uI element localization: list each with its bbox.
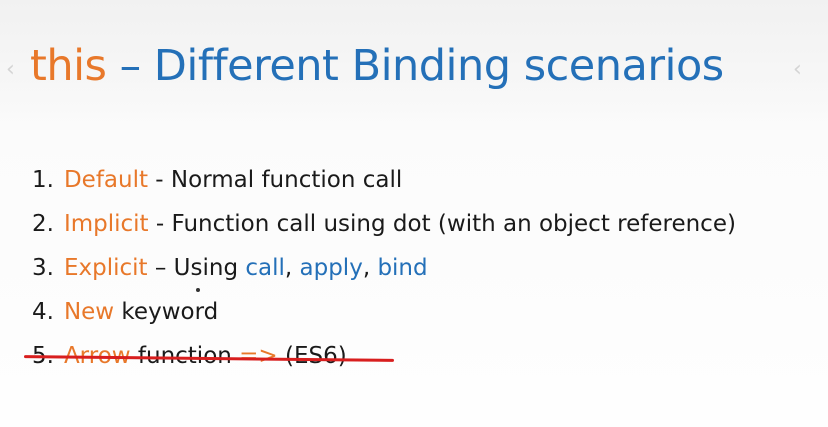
item-number: 1. [32,167,54,193]
item-text: - Normal function call [148,167,403,193]
list-item-implicit: 2. Implicit - Function call using dot (wi… [32,204,736,248]
list-item-explicit: 3. Explicit – Using call, apply, bind [32,248,736,292]
method-apply: apply [299,255,363,281]
item-text: - Function call using dot (with an objec… [148,211,736,237]
next-slide-icon[interactable]: ‹ [793,58,802,82]
struck-out-entry: 5.Arrow function => (ES6) [23,336,395,376]
list-item-default: 1. Default - Normal function call [32,160,736,204]
item-keyword: Explicit [63,255,148,281]
method-bind: bind [377,255,428,281]
item-keyword: New [63,299,115,325]
slide: ‹ ‹ this – Different Binding scenarios 1… [0,0,828,427]
separator: , [362,255,378,281]
item-keyword: Implicit [63,211,149,237]
arrow-symbol: => [239,343,278,369]
item-text: – Using [147,255,246,281]
mouse-cursor-icon [196,288,200,292]
title-text: – Different Binding scenarios [106,41,725,91]
item-text: keyword [114,299,219,325]
item-number: 3. [32,255,54,281]
item-number: 4. [32,299,54,325]
slide-title: this – Different Binding scenarios [30,36,724,96]
item-number: 2. [32,211,54,237]
title-keyword: this [30,41,107,91]
item-keyword: Default [63,167,148,193]
separator: , [284,255,300,281]
item-text-es6: (ES6) [277,343,347,369]
binding-scenarios-list: 1. Default - Normal function call 2. Impli… [23,160,736,380]
previous-slide-icon[interactable]: ‹ [6,58,15,82]
method-call: call [245,255,285,281]
list-item-new: 4. New keyword [32,292,736,336]
list-item-arrow: 5.Arrow function => (ES6) [23,336,736,380]
